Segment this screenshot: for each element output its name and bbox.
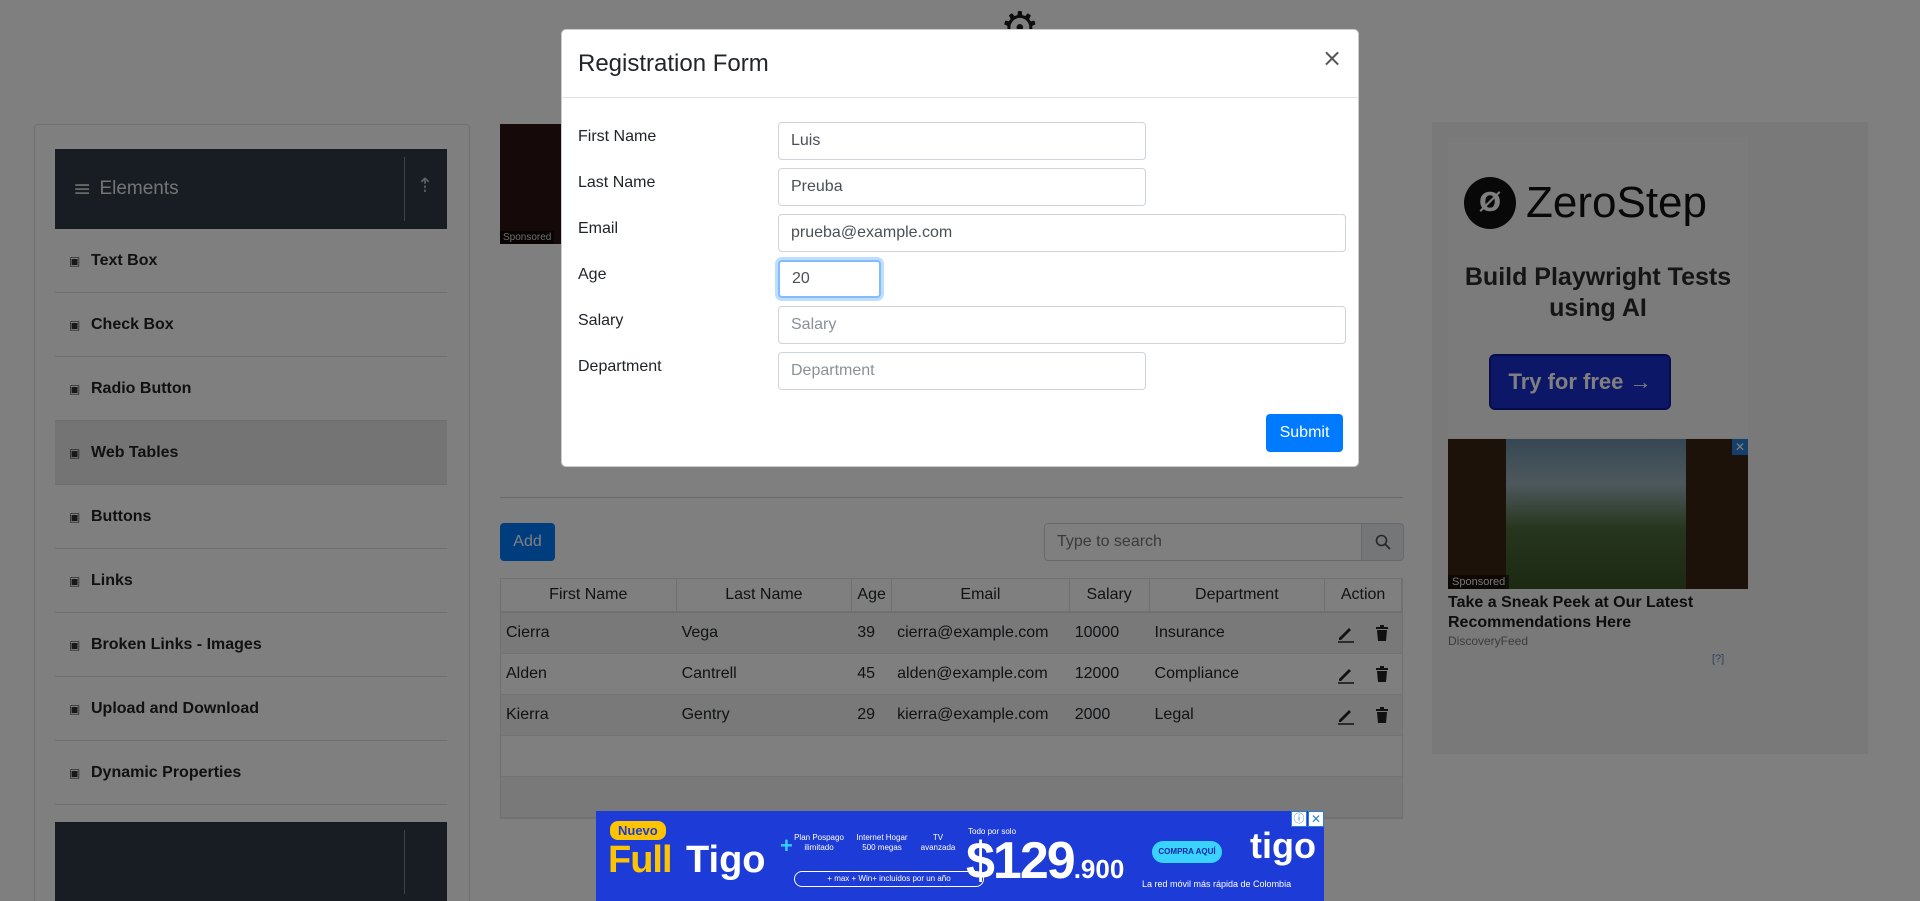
last-name-input[interactable] — [778, 168, 1146, 206]
banner-feature: Internet Hogar 500 megas — [856, 833, 908, 852]
salary-label: Salary — [578, 312, 624, 329]
price-cents: .900 — [1073, 854, 1125, 884]
banner-included: + max + Win+ incluidos por un año — [794, 871, 984, 887]
banner-brand: tigo — [1250, 825, 1316, 866]
banner-feature: TV avanzada — [920, 833, 956, 852]
department-label: Department — [578, 358, 662, 375]
email-input[interactable] — [778, 214, 1346, 252]
first-name-label: First Name — [578, 128, 657, 145]
email-label: Email — [578, 220, 619, 237]
submit-button[interactable]: Submit — [1266, 414, 1343, 452]
banner-network-text: La red móvil más rápida de Colombia — [1142, 879, 1292, 889]
banner-price: $129.900 — [966, 831, 1124, 891]
registration-form-modal: Registration Form × First Name Last Name… — [561, 29, 1359, 467]
first-name-row: First Name — [578, 122, 1146, 160]
modal-header: Registration Form × — [562, 30, 1358, 98]
close-icon[interactable]: × — [1320, 46, 1344, 70]
bottom-banner-ad[interactable]: Nuevo Full Tigo + Plan Pospago ilimitado… — [596, 811, 1324, 901]
ad-close-icon[interactable]: ✕ — [1308, 811, 1324, 827]
department-input[interactable] — [778, 352, 1146, 390]
adchoices-icon[interactable]: ⓘ — [1291, 811, 1307, 827]
age-row: Age — [578, 260, 881, 298]
price-main: $129 — [966, 832, 1076, 890]
salary-input[interactable] — [778, 306, 1346, 344]
last-name-label: Last Name — [578, 174, 656, 191]
email-row: Email — [578, 214, 1346, 252]
modal-title: Registration Form — [578, 49, 769, 77]
banner-tigo-text: Tigo — [686, 839, 766, 881]
banner-cta[interactable]: COMPRA AQUÍ — [1152, 841, 1222, 863]
department-row: Department — [578, 352, 1146, 390]
salary-row: Salary — [578, 306, 1346, 344]
age-label: Age — [578, 266, 607, 283]
last-name-row: Last Name — [578, 168, 1146, 206]
banner-full-text: Full — [608, 839, 673, 881]
banner-feature: Plan Pospago ilimitado — [794, 833, 844, 852]
banner-badge: Nuevo — [610, 821, 666, 840]
age-input[interactable] — [778, 260, 881, 298]
plus-icon: + — [780, 833, 793, 858]
first-name-input[interactable] — [778, 122, 1146, 160]
